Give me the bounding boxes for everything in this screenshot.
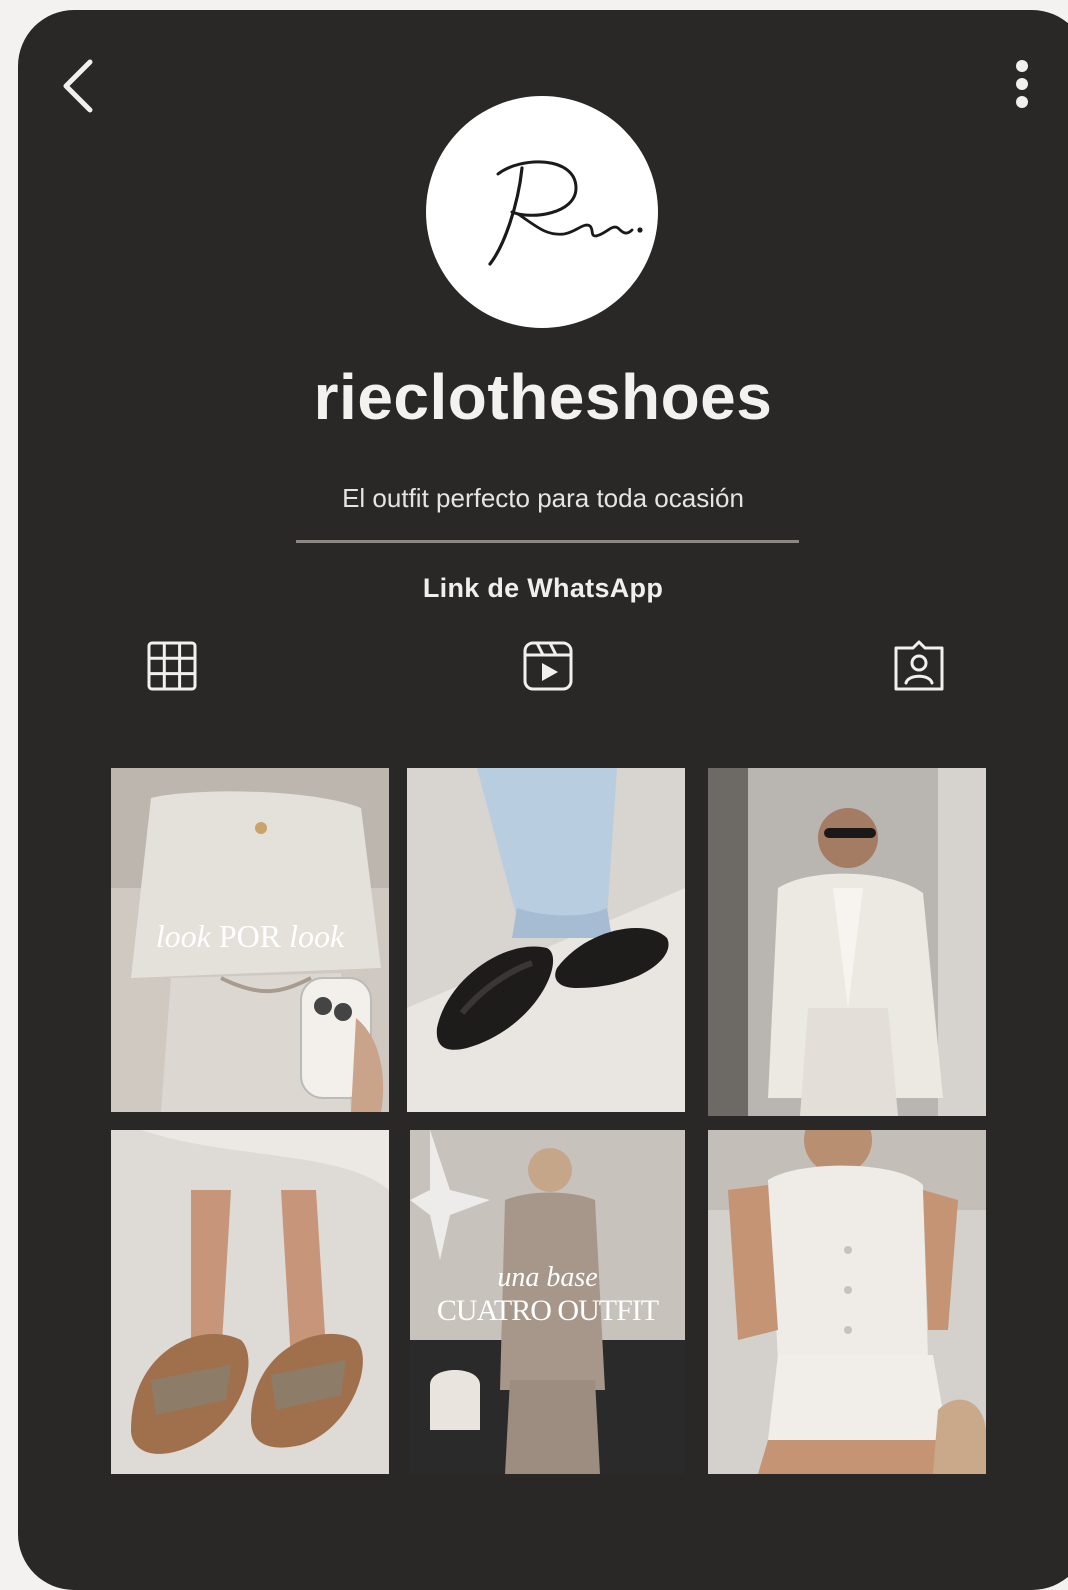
- post-tile[interactable]: una base CUATRO OUTFIT: [410, 1130, 685, 1474]
- grid-icon: [147, 641, 197, 691]
- post-overlay-script: una base: [497, 1262, 598, 1293]
- post-tile[interactable]: [708, 1130, 986, 1474]
- post-image: [407, 768, 685, 1112]
- profile-card: rieclotheshoes El outfit perfecto para t…: [18, 10, 1068, 1590]
- more-options-button[interactable]: [1004, 54, 1040, 124]
- more-vertical-icon: [1016, 60, 1028, 108]
- profile-username: rieclotheshoes: [313, 361, 773, 433]
- post-tile[interactable]: look POR look: [111, 768, 389, 1112]
- post-image: [708, 768, 986, 1116]
- profile-bio: El outfit perfecto para toda ocasión: [342, 483, 744, 513]
- tagged-person-icon: [894, 640, 944, 691]
- post-overlay-main: CUATRO OUTFIT: [436, 1294, 659, 1327]
- divider: [296, 540, 799, 543]
- post-image: [708, 1130, 986, 1474]
- post-tile[interactable]: [708, 768, 986, 1116]
- post-overlay-script: look: [155, 918, 211, 954]
- whatsapp-link[interactable]: Link de WhatsApp: [18, 573, 1068, 604]
- post-image: [111, 1130, 389, 1474]
- tab-tagged[interactable]: [891, 638, 947, 694]
- tab-reels[interactable]: [520, 638, 576, 694]
- post-overlay-script: look: [289, 918, 345, 954]
- reels-icon: [523, 641, 573, 691]
- brand-logo: [488, 160, 643, 266]
- back-button[interactable]: [58, 56, 106, 116]
- tab-grid[interactable]: [144, 638, 200, 694]
- post-overlay-main: POR: [218, 918, 282, 954]
- profile-avatar[interactable]: [426, 96, 658, 328]
- post-tile[interactable]: [407, 768, 685, 1112]
- chevron-left-icon: [63, 59, 93, 113]
- post-tile[interactable]: [111, 1130, 389, 1474]
